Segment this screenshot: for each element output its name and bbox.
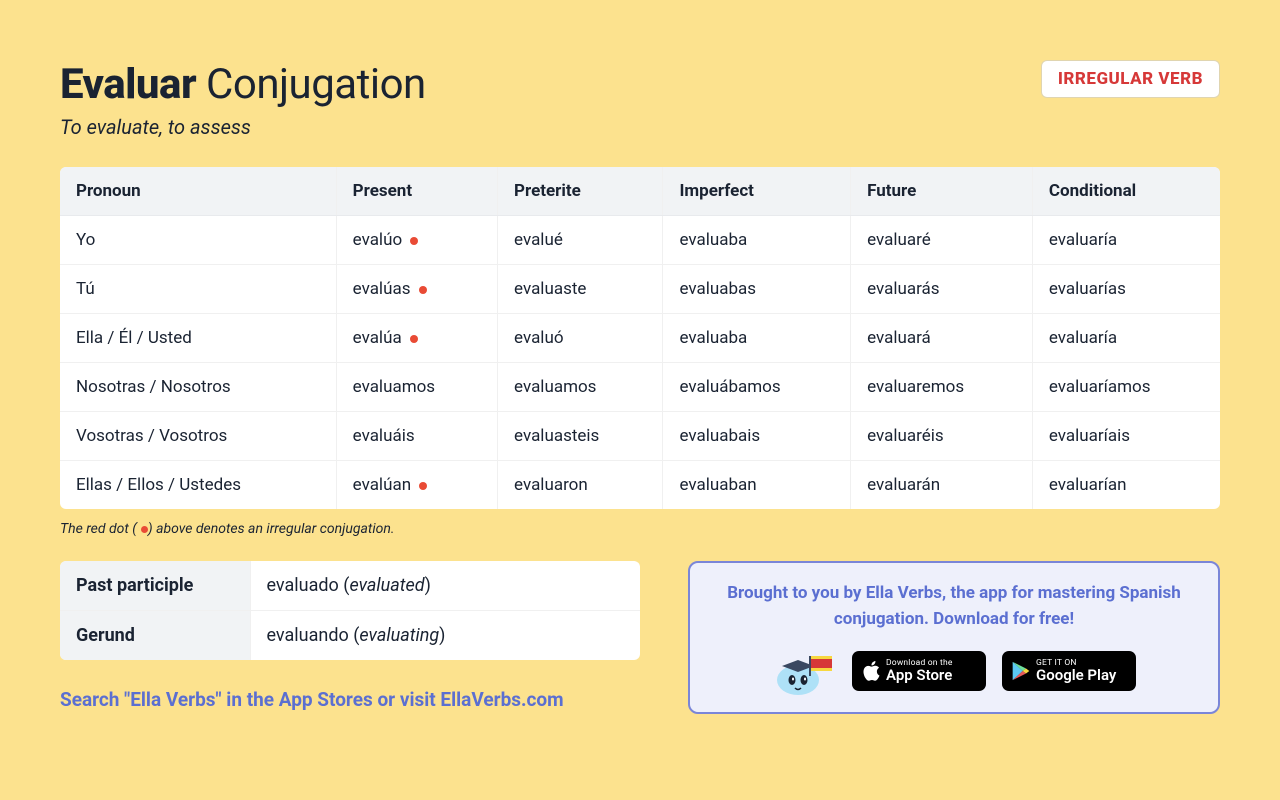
past-participle-value: evaluado (evaluated) (250, 561, 640, 611)
red-dot-icon (141, 526, 148, 533)
gerund-value: evaluando (evaluating) (250, 611, 640, 661)
promo-box: Brought to you by Ella Verbs, the app fo… (688, 561, 1220, 714)
table-header: Imperfect (663, 167, 851, 216)
table-header: Conditional (1032, 167, 1220, 216)
table-cell: evaluarían (1032, 461, 1220, 510)
table-row: Ella / Él / Ustedevalúa evaluóevaluabaev… (60, 314, 1220, 363)
table-cell: evalúo (336, 216, 497, 265)
table-row: Vosotras / Vosotrosevaluáisevaluasteisev… (60, 412, 1220, 461)
past-participle-label: Past participle (60, 561, 250, 611)
conjugation-table: PronounPresentPreteriteImperfectFutureCo… (60, 167, 1220, 509)
promo-text: Brought to you by Ella Verbs, the app fo… (714, 581, 1194, 632)
search-cta: Search "Ella Verbs" in the App Stores or… (60, 688, 640, 711)
gerund-label: Gerund (60, 611, 250, 661)
title-suffix: Conjugation (196, 60, 426, 109)
table-row: Nosotras / Nosotrosevaluamosevaluamoseva… (60, 363, 1220, 412)
table-cell: evaluaron (498, 461, 663, 510)
table-cell: Ellas / Ellos / Ustedes (60, 461, 336, 510)
table-cell: evalúa (336, 314, 497, 363)
page-title: Evaluar Conjugation (60, 60, 426, 109)
table-cell: evaluáis (336, 412, 497, 461)
irregular-badge: IRREGULAR VERB (1041, 60, 1220, 98)
table-cell: evaluábamos (663, 363, 851, 412)
table-cell: evaluaré (851, 216, 1033, 265)
table-cell: evaluamos (336, 363, 497, 412)
table-cell: evaluasteis (498, 412, 663, 461)
table-cell: evaluabais (663, 412, 851, 461)
google-play-button[interactable]: GET IT ON Google Play (1002, 651, 1136, 691)
table-cell: evaluabas (663, 265, 851, 314)
subtitle: To evaluate, to assess (60, 115, 1220, 139)
table-cell: evaluaríais (1032, 412, 1220, 461)
mascot-icon (772, 646, 836, 696)
table-cell: evaluaba (663, 216, 851, 265)
table-cell: evaluaban (663, 461, 851, 510)
title-verb: Evaluar (60, 60, 196, 109)
table-cell: Nosotras / Nosotros (60, 363, 336, 412)
table-cell: evalué (498, 216, 663, 265)
irregular-dot-icon (419, 482, 427, 490)
table-cell: evalúan (336, 461, 497, 510)
table-cell: evalúas (336, 265, 497, 314)
apple-icon (861, 660, 881, 682)
irregular-dot-icon (419, 286, 427, 294)
forms-table: Past participle evaluado (evaluated) Ger… (60, 561, 640, 660)
table-header: Pronoun (60, 167, 336, 216)
table-cell: Vosotras / Vosotros (60, 412, 336, 461)
irregular-dot-icon (410, 237, 418, 245)
table-cell: evaluaste (498, 265, 663, 314)
table-cell: evaluaba (663, 314, 851, 363)
google-play-icon (1011, 660, 1031, 682)
table-cell: evaluaría (1032, 314, 1220, 363)
table-cell: Yo (60, 216, 336, 265)
irregular-dot-icon (410, 335, 418, 343)
table-row: Túevalúas evaluasteevaluabasevaluaráseva… (60, 265, 1220, 314)
table-header: Present (336, 167, 497, 216)
table-row: Yoevalúo evaluéevaluabaevaluaréevaluaría (60, 216, 1220, 265)
table-cell: evaluó (498, 314, 663, 363)
table-row: Ellas / Ellos / Ustedesevalúan evaluaron… (60, 461, 1220, 510)
table-cell: evaluaría (1032, 216, 1220, 265)
app-store-button[interactable]: Download on the App Store (852, 651, 986, 691)
table-cell: Ella / Él / Usted (60, 314, 336, 363)
table-cell: evaluamos (498, 363, 663, 412)
footnote: The red dot () above denotes an irregula… (60, 521, 1220, 537)
table-cell: evaluarías (1032, 265, 1220, 314)
table-cell: evaluaréis (851, 412, 1033, 461)
table-cell: evaluaríamos (1032, 363, 1220, 412)
table-cell: evaluarás (851, 265, 1033, 314)
table-cell: Tú (60, 265, 336, 314)
table-cell: evaluará (851, 314, 1033, 363)
table-header: Future (851, 167, 1033, 216)
table-cell: evaluarán (851, 461, 1033, 510)
table-cell: evaluaremos (851, 363, 1033, 412)
table-header: Preterite (498, 167, 663, 216)
